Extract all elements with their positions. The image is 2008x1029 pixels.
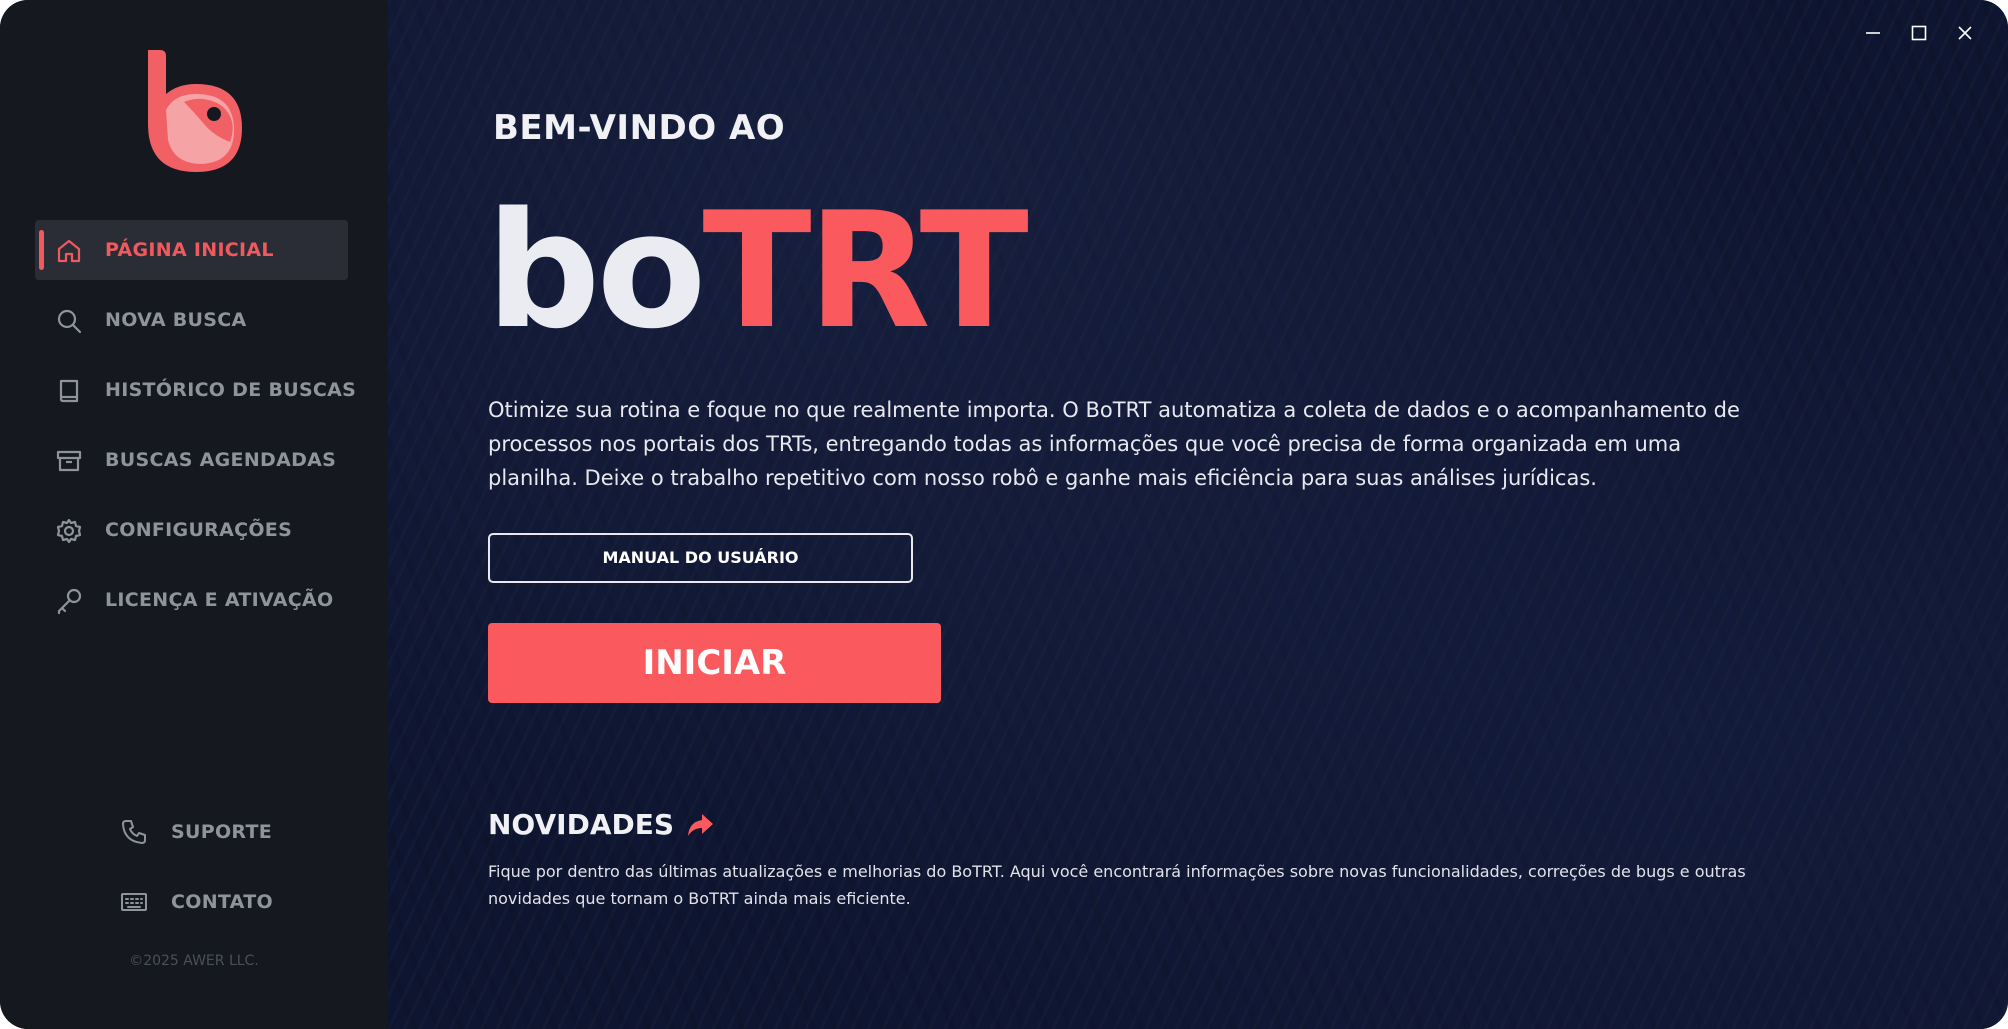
copyright: ©2025 AWER LLC. (129, 953, 259, 969)
sidebar-item-licenca[interactable]: LICENÇA E ATIVAÇÃO (35, 570, 348, 630)
phone-icon (122, 820, 146, 844)
sidebar-item-configuracoes[interactable]: CONFIGURAÇÕES (35, 500, 348, 560)
book-icon (59, 379, 79, 403)
contact-label: CONTATO (171, 891, 273, 913)
welcome-heading: BEM-VINDO AO (493, 108, 786, 148)
sidebar-item-label: PÁGINA INICIAL (105, 239, 274, 261)
support-label: SUPORTE (171, 821, 273, 843)
sidebar: PÁGINA INICIAL NOVA BUSCA HISTÓRICO DE B… (0, 0, 388, 1029)
sidebar-item-historico[interactable]: HISTÓRICO DE BUSCAS (35, 360, 356, 420)
key-icon (57, 588, 82, 615)
news-description: Fique por dentro das últimas atualizaçõe… (488, 862, 1746, 908)
sidebar-item-label: HISTÓRICO DE BUSCAS (105, 379, 357, 401)
search-icon (57, 309, 82, 334)
app-window: PÁGINA INICIAL NOVA BUSCA HISTÓRICO DE B… (0, 0, 2008, 1029)
minimize-button[interactable] (1860, 20, 1886, 46)
minimize-icon (1866, 32, 1880, 34)
home-icon (57, 239, 81, 263)
sidebar-item-label: BUSCAS AGENDADAS (105, 449, 337, 471)
close-icon (1958, 26, 1972, 40)
botrt-logo (148, 50, 242, 172)
start-button[interactable]: INICIAR (488, 623, 941, 703)
news-title-text: NOVIDADES (488, 808, 675, 841)
share-arrow-icon[interactable] (686, 812, 714, 838)
gear-icon (56, 518, 82, 544)
sidebar-item-label: NOVA BUSCA (105, 309, 247, 331)
keyboard-icon (121, 893, 147, 911)
support-link[interactable]: SUPORTE (112, 807, 312, 857)
sidebar-item-label: LICENÇA E ATIVAÇÃO (105, 589, 334, 611)
maximize-icon (1911, 25, 1927, 41)
brand-trt: TRT (702, 177, 1028, 364)
sidebar-item-nova-busca[interactable]: NOVA BUSCA (35, 290, 348, 350)
news-heading: NOVIDADES (488, 808, 714, 841)
close-button[interactable] (1952, 20, 1978, 46)
sidebar-item-pagina-inicial[interactable]: PÁGINA INICIAL (35, 220, 348, 280)
contact-link[interactable]: CONTATO (112, 877, 312, 927)
sidebar-item-label: CONFIGURAÇÕES (105, 519, 293, 541)
maximize-button[interactable] (1906, 20, 1932, 46)
window-controls (1860, 20, 1978, 46)
sidebar-item-buscas-agendadas[interactable]: BUSCAS AGENDADAS (35, 430, 348, 490)
brand-title: boTRT (486, 191, 1029, 351)
brand-bo: bo (486, 177, 706, 364)
archive-icon (56, 450, 82, 472)
intro-description: Otimize sua rotina e foque no que realme… (488, 398, 1740, 490)
user-manual-button[interactable]: MANUAL DO USUÁRIO (488, 533, 913, 583)
